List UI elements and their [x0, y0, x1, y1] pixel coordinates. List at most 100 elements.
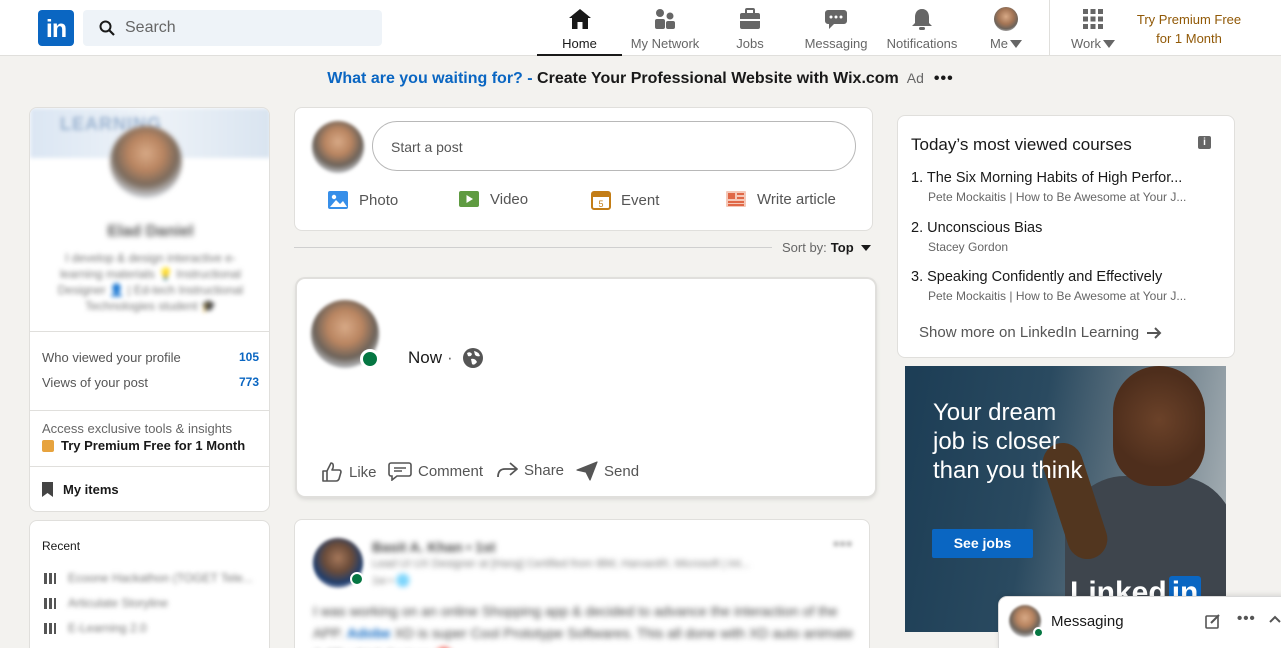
show-more-learning-link[interactable]: Show more on LinkedIn Learning [919, 324, 1162, 341]
try-premium-link[interactable]: Try Premium Free for 1 Month [1130, 10, 1248, 48]
event-label: Event [621, 191, 660, 209]
send-label: Send [604, 462, 640, 480]
stat-post-views[interactable]: Views of your post 773 [42, 375, 259, 390]
recent-item-label: Ecoone Hackathon (TOGET Tele... [68, 571, 253, 585]
recent-item-label: E-Learning 2.0 [68, 621, 147, 635]
ad-more-button[interactable]: ••• [934, 70, 954, 87]
course-title: 3. Speaking Confidently and Effectively [911, 269, 1163, 285]
video-label: Video [490, 190, 529, 208]
photo-button[interactable]: Photo [327, 190, 398, 210]
share-button[interactable]: Share [496, 461, 564, 479]
search-bar[interactable] [83, 10, 382, 46]
feed-divider [294, 247, 772, 248]
see-jobs-button[interactable]: See jobs [932, 529, 1033, 558]
chevron-up-icon[interactable] [1269, 614, 1281, 624]
grid-icon [1083, 9, 1103, 29]
info-icon[interactable]: i [1198, 136, 1211, 149]
stat-label: Who viewed your profile [42, 350, 181, 365]
divider [30, 331, 269, 332]
bookmark-icon [42, 482, 53, 497]
feed-post: Basit A. Khan • 1st Lead UI UX Designer … [294, 519, 870, 648]
ad-label: Ad [906, 70, 924, 86]
course-item[interactable]: 2. Unconscious Bias Stacey Gordon [911, 220, 1211, 254]
premium-access-text: Access exclusive tools & insights [42, 421, 233, 436]
sort-dropdown[interactable]: Sort by: Top [782, 240, 871, 255]
ad-question[interactable]: What are you waiting for? - [327, 70, 532, 87]
nav-me[interactable]: Me [980, 6, 1032, 56]
home-icon [568, 9, 591, 29]
nav-home[interactable]: Home [537, 6, 622, 56]
post-text: XD is super Cool Prototype Softwares. Th… [313, 625, 854, 648]
nav-messaging-label: Messaging [804, 36, 868, 51]
nav-messaging[interactable]: Messaging [800, 6, 872, 56]
online-status-indicator [350, 572, 364, 586]
course-item[interactable]: 1. The Six Morning Habits of High Perfor… [911, 170, 1211, 204]
job-ad-image[interactable]: Your dream job is closer than you think … [905, 366, 1226, 632]
stat-value: 105 [238, 350, 259, 364]
comment-button[interactable]: Comment [388, 461, 483, 481]
nav-work-label: Work [1065, 36, 1121, 51]
stat-profile-views[interactable]: Who viewed your profile 105 [42, 350, 259, 365]
linkedin-logo[interactable]: in [38, 10, 74, 46]
nav-notifications[interactable]: Notifications [880, 6, 964, 56]
course-title: 1. The Six Morning Habits of High Perfor… [911, 170, 1183, 186]
briefcase-icon [740, 8, 760, 29]
nav-work[interactable]: Work [1065, 6, 1121, 56]
course-author: Pete Mockaitis | How to Be Awesome at Yo… [928, 190, 1187, 204]
course-author: Pete Mockaitis | How to Be Awesome at Yo… [928, 289, 1187, 303]
share-icon [497, 462, 518, 478]
start-post-button[interactable]: Start a post [372, 121, 856, 171]
search-icon [99, 20, 115, 36]
my-items-link[interactable]: My items [42, 482, 119, 497]
compose-icon[interactable] [1205, 613, 1221, 629]
caret-down-icon [860, 244, 871, 251]
video-button[interactable]: Video [458, 190, 528, 208]
my-items-label: My items [63, 482, 119, 497]
like-button[interactable]: Like [321, 461, 377, 483]
ad-banner[interactable]: What are you waiting for? - Create Your … [0, 70, 1281, 88]
course-title: 2. Unconscious Bias [911, 220, 1043, 236]
post-hashtag[interactable]: Adobe [347, 625, 391, 641]
messaging-bar[interactable]: Messaging ••• [999, 597, 1281, 648]
share-box: Start a post Photo Video 5 Event Write a… [294, 107, 873, 231]
recent-item[interactable]: Articulate Storyline [44, 596, 168, 610]
post-author-name[interactable]: Basit A. Khan • 1st [372, 539, 495, 555]
post-author-headline: Lead UI UX Designer at [Hang] Certified … [372, 558, 750, 570]
profile-name[interactable]: Elad Daniel [30, 223, 269, 241]
user-avatar[interactable] [312, 121, 364, 173]
recent-item[interactable]: E-Learning 2.0 [44, 621, 147, 635]
messaging-more-button[interactable]: ••• [1237, 610, 1256, 627]
photo-icon [328, 191, 348, 209]
write-article-label: Write article [757, 190, 836, 208]
divider [30, 466, 269, 467]
post-time: Now [408, 348, 443, 367]
profile-avatar[interactable] [110, 126, 182, 198]
send-button[interactable]: Send [576, 461, 639, 481]
search-input[interactable] [125, 10, 375, 46]
caret-down-icon [1103, 40, 1116, 48]
event-button[interactable]: 5 Event [591, 190, 659, 210]
stat-label: Views of your post [42, 375, 148, 390]
feed-post: Now · Like Comment Share Send [297, 279, 875, 496]
course-item[interactable]: 3. Speaking Confidently and Effectively … [911, 269, 1211, 303]
separator: · [447, 348, 453, 367]
course-author: Stacey Gordon [928, 240, 1009, 254]
recent-item-label: Articulate Storyline [68, 596, 169, 610]
try-premium-button[interactable]: Try Premium Free for 1 Month [42, 438, 245, 453]
chat-icon [825, 10, 847, 29]
recent-item[interactable]: Ecoone Hackathon (TOGET Tele... [44, 571, 253, 585]
nav-my-network-label: My Network [630, 36, 700, 51]
post-body: I was working on an online Shopping app … [313, 600, 858, 648]
nav-my-network[interactable]: My Network [625, 6, 705, 56]
nav-notifications-label: Notifications [886, 36, 958, 51]
photo-label: Photo [359, 191, 399, 209]
post-more-button[interactable]: ••• [833, 536, 853, 554]
send-icon [576, 461, 598, 481]
post-timestamp: 1w • 🌐 [372, 575, 410, 587]
ad-text[interactable]: Create Your Professional Website with Wi… [533, 70, 899, 87]
online-status-indicator [360, 349, 380, 369]
group-icon [44, 622, 56, 634]
write-article-button[interactable]: Write article [725, 190, 836, 208]
nav-jobs[interactable]: Jobs [720, 6, 780, 56]
network-icon [655, 9, 675, 29]
